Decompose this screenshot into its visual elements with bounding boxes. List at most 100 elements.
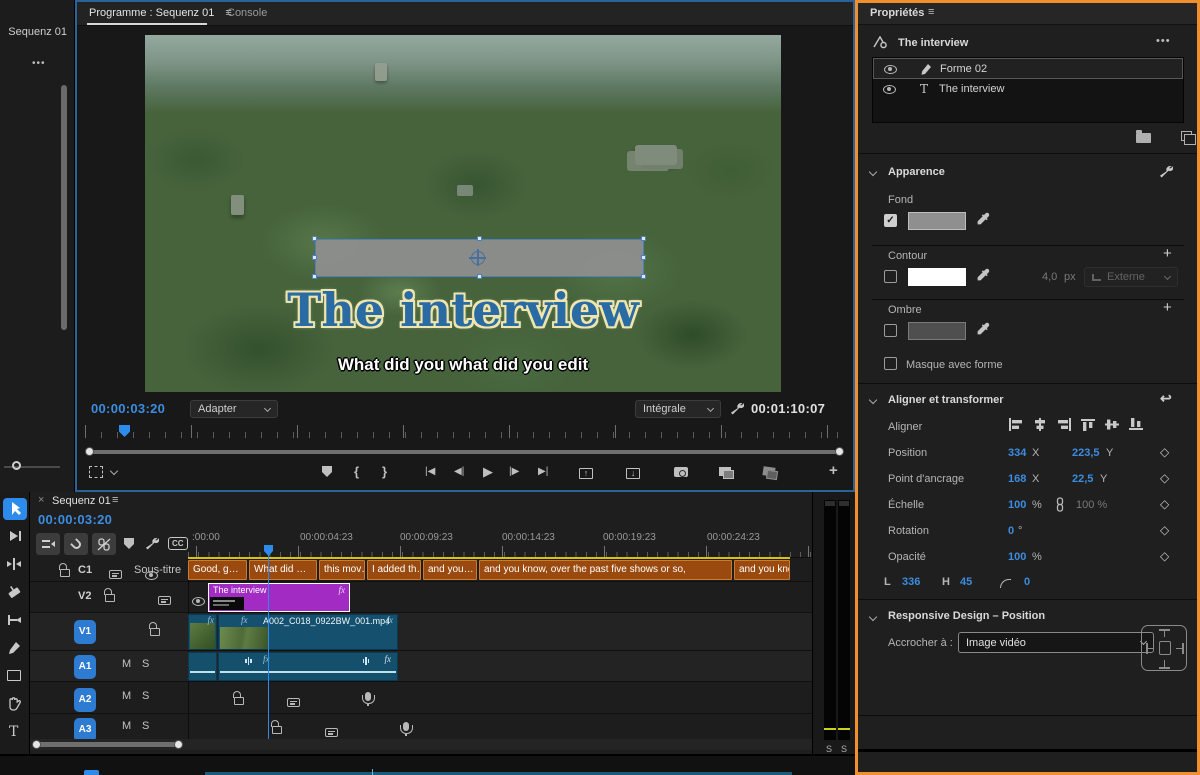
fit-dropdown[interactable]: Adapter (190, 400, 278, 418)
video-clip-short[interactable]: fx (188, 614, 217, 650)
shape-handle[interactable] (641, 274, 646, 279)
tab-program-monitor[interactable]: Programme : Sequenz 01 ≡ (89, 7, 232, 19)
caption-clip[interactable]: and you know, over the past five shows o… (479, 560, 732, 580)
v2-eye-icon[interactable] (192, 597, 206, 606)
caption-overlay[interactable]: What did you what did you edit (145, 355, 781, 375)
snap-widget[interactable] (1141, 625, 1187, 671)
transport-chevron-icon[interactable] (109, 466, 119, 476)
contour-checkbox[interactable] (884, 270, 897, 283)
position-x-value[interactable]: 334 (1008, 447, 1026, 459)
slip-tool[interactable] (6, 612, 23, 628)
snap-widget-center[interactable] (1159, 641, 1171, 655)
v2-lock-icon[interactable] (104, 588, 116, 602)
fond-color-swatch[interactable] (908, 212, 966, 230)
ripple-edit-tool[interactable] (6, 556, 23, 572)
a1-track-label[interactable]: A1 (74, 655, 96, 679)
layer-visibility-icon[interactable] (883, 85, 896, 94)
align-center-h-button[interactable] (1032, 418, 1048, 431)
timeline-ruler[interactable]: :00:00 00:00:04:23 00:00:09:23 00:00:14:… (188, 530, 812, 558)
anchor-point-icon[interactable] (469, 249, 486, 266)
caption-track-label[interactable]: C1 (78, 564, 92, 576)
a3-solo-button[interactable]: S (142, 720, 149, 732)
caption-clip[interactable]: I added th… (367, 560, 421, 580)
timeline-tab-close-icon[interactable]: × (38, 494, 44, 506)
clip-more-button[interactable]: ••• (1156, 35, 1171, 47)
extract-button[interactable]: ↓ (626, 468, 641, 479)
export-frame-button[interactable] (674, 467, 689, 477)
layer-visibility-icon[interactable] (884, 65, 897, 74)
responsive-collapse-icon[interactable] (868, 612, 878, 622)
caption-track-name[interactable]: Sous-titre (134, 564, 181, 576)
a1-solo-button[interactable]: S (142, 658, 149, 670)
masque-checkbox[interactable] (884, 357, 897, 370)
properties-menu-icon[interactable]: ≡ (928, 6, 934, 18)
new-layer-button[interactable] (1181, 131, 1197, 145)
v2-patch-icon[interactable] (158, 596, 172, 605)
add-button[interactable]: + (829, 462, 838, 479)
a2-mic-icon[interactable] (361, 692, 375, 706)
scrollbar-knob-right[interactable] (835, 447, 844, 456)
position-y-value[interactable]: 223,5 (1072, 447, 1100, 459)
title-clip[interactable]: The interview fx (208, 583, 350, 612)
comparison-view-button[interactable] (719, 467, 735, 479)
monitor-settings-wrench-icon[interactable] (729, 401, 744, 416)
new-group-button[interactable] (1136, 130, 1151, 143)
step-forward-button[interactable]: |▶ (509, 466, 519, 477)
playback-zoom-dropdown[interactable]: Intégrale (635, 400, 721, 418)
mark-in-button[interactable]: { (354, 464, 359, 479)
audio-clip-short[interactable] (188, 652, 217, 681)
timeline-menu-icon[interactable]: ≡ (112, 494, 118, 506)
mark-out-button[interactable]: } (382, 464, 387, 479)
tab-console[interactable]: Console (227, 7, 267, 19)
rotation-value[interactable]: 0 (1008, 525, 1014, 537)
monitor-scrollbar[interactable] (85, 447, 847, 456)
a3-patch-icon[interactable] (325, 728, 338, 737)
shape-handle[interactable] (477, 236, 482, 241)
timeline-settings-wrench-icon[interactable] (144, 536, 159, 551)
scrollbar-knob-left[interactable] (32, 740, 41, 749)
tab-sequenz[interactable]: Sequenz 01 (8, 26, 67, 38)
snap-to-dropdown[interactable]: Image vidéo (958, 632, 1154, 653)
position-keyframe-icon[interactable]: ◇ (1160, 445, 1169, 459)
scrollbar-knob-right[interactable] (174, 740, 183, 749)
a3-mic-icon[interactable] (400, 722, 414, 736)
monitor-ruler[interactable] (85, 424, 847, 439)
nest-toggle-button[interactable] (36, 533, 60, 555)
a3-mute-button[interactable]: M (122, 720, 131, 732)
opacity-keyframe-icon[interactable]: ◇ (1160, 549, 1169, 563)
shape-handle[interactable] (312, 255, 317, 260)
a2-track-label[interactable]: A2 (74, 688, 96, 712)
contour-add-button[interactable]: + (1163, 245, 1172, 262)
ombre-color-swatch[interactable] (908, 322, 966, 340)
anchor-x-value[interactable]: 168 (1008, 473, 1026, 485)
v1-lock-icon[interactable] (149, 622, 161, 636)
pen-tool[interactable] (6, 640, 23, 656)
scrollbar-knob-left[interactable] (85, 447, 94, 456)
caption-patch-icon[interactable] (109, 570, 123, 579)
vertical-scrollbar[interactable] (61, 85, 67, 330)
align-bottom-button[interactable] (1128, 418, 1144, 431)
add-marker-button[interactable] (322, 466, 332, 477)
rectangle-tool[interactable] (7, 670, 21, 681)
audio-clip-main[interactable]: fx fx (218, 652, 398, 681)
ombre-checkbox[interactable] (884, 324, 897, 337)
caption-clip[interactable]: What did … (249, 560, 317, 580)
timeline-playhead-line[interactable] (268, 552, 270, 747)
shape-handle[interactable] (312, 236, 317, 241)
transform-reset-button[interactable]: ↩ (1160, 390, 1172, 407)
layer-row-text[interactable]: T The interview (873, 79, 1183, 100)
contour-style-dropdown[interactable]: Externe (1084, 267, 1178, 287)
go-to-out-button[interactable]: ▶| (538, 466, 548, 477)
selection-tool[interactable] (3, 498, 27, 520)
play-button[interactable]: ▶ (483, 464, 493, 480)
fond-eyedropper-icon[interactable] (976, 212, 990, 226)
step-back-button[interactable]: ◀| (454, 466, 464, 477)
lift-button[interactable]: ↑ (579, 468, 593, 479)
monitor-current-timecode[interactable]: 00:00:03:20 (91, 401, 165, 416)
a2-mute-button[interactable]: M (122, 690, 131, 702)
a2-solo-button[interactable]: S (142, 690, 149, 702)
razor-tool[interactable] (6, 584, 23, 600)
track-select-forward-tool[interactable] (6, 528, 23, 544)
apparence-collapse-icon[interactable] (868, 167, 878, 177)
ombre-eyedropper-icon[interactable] (976, 322, 990, 336)
